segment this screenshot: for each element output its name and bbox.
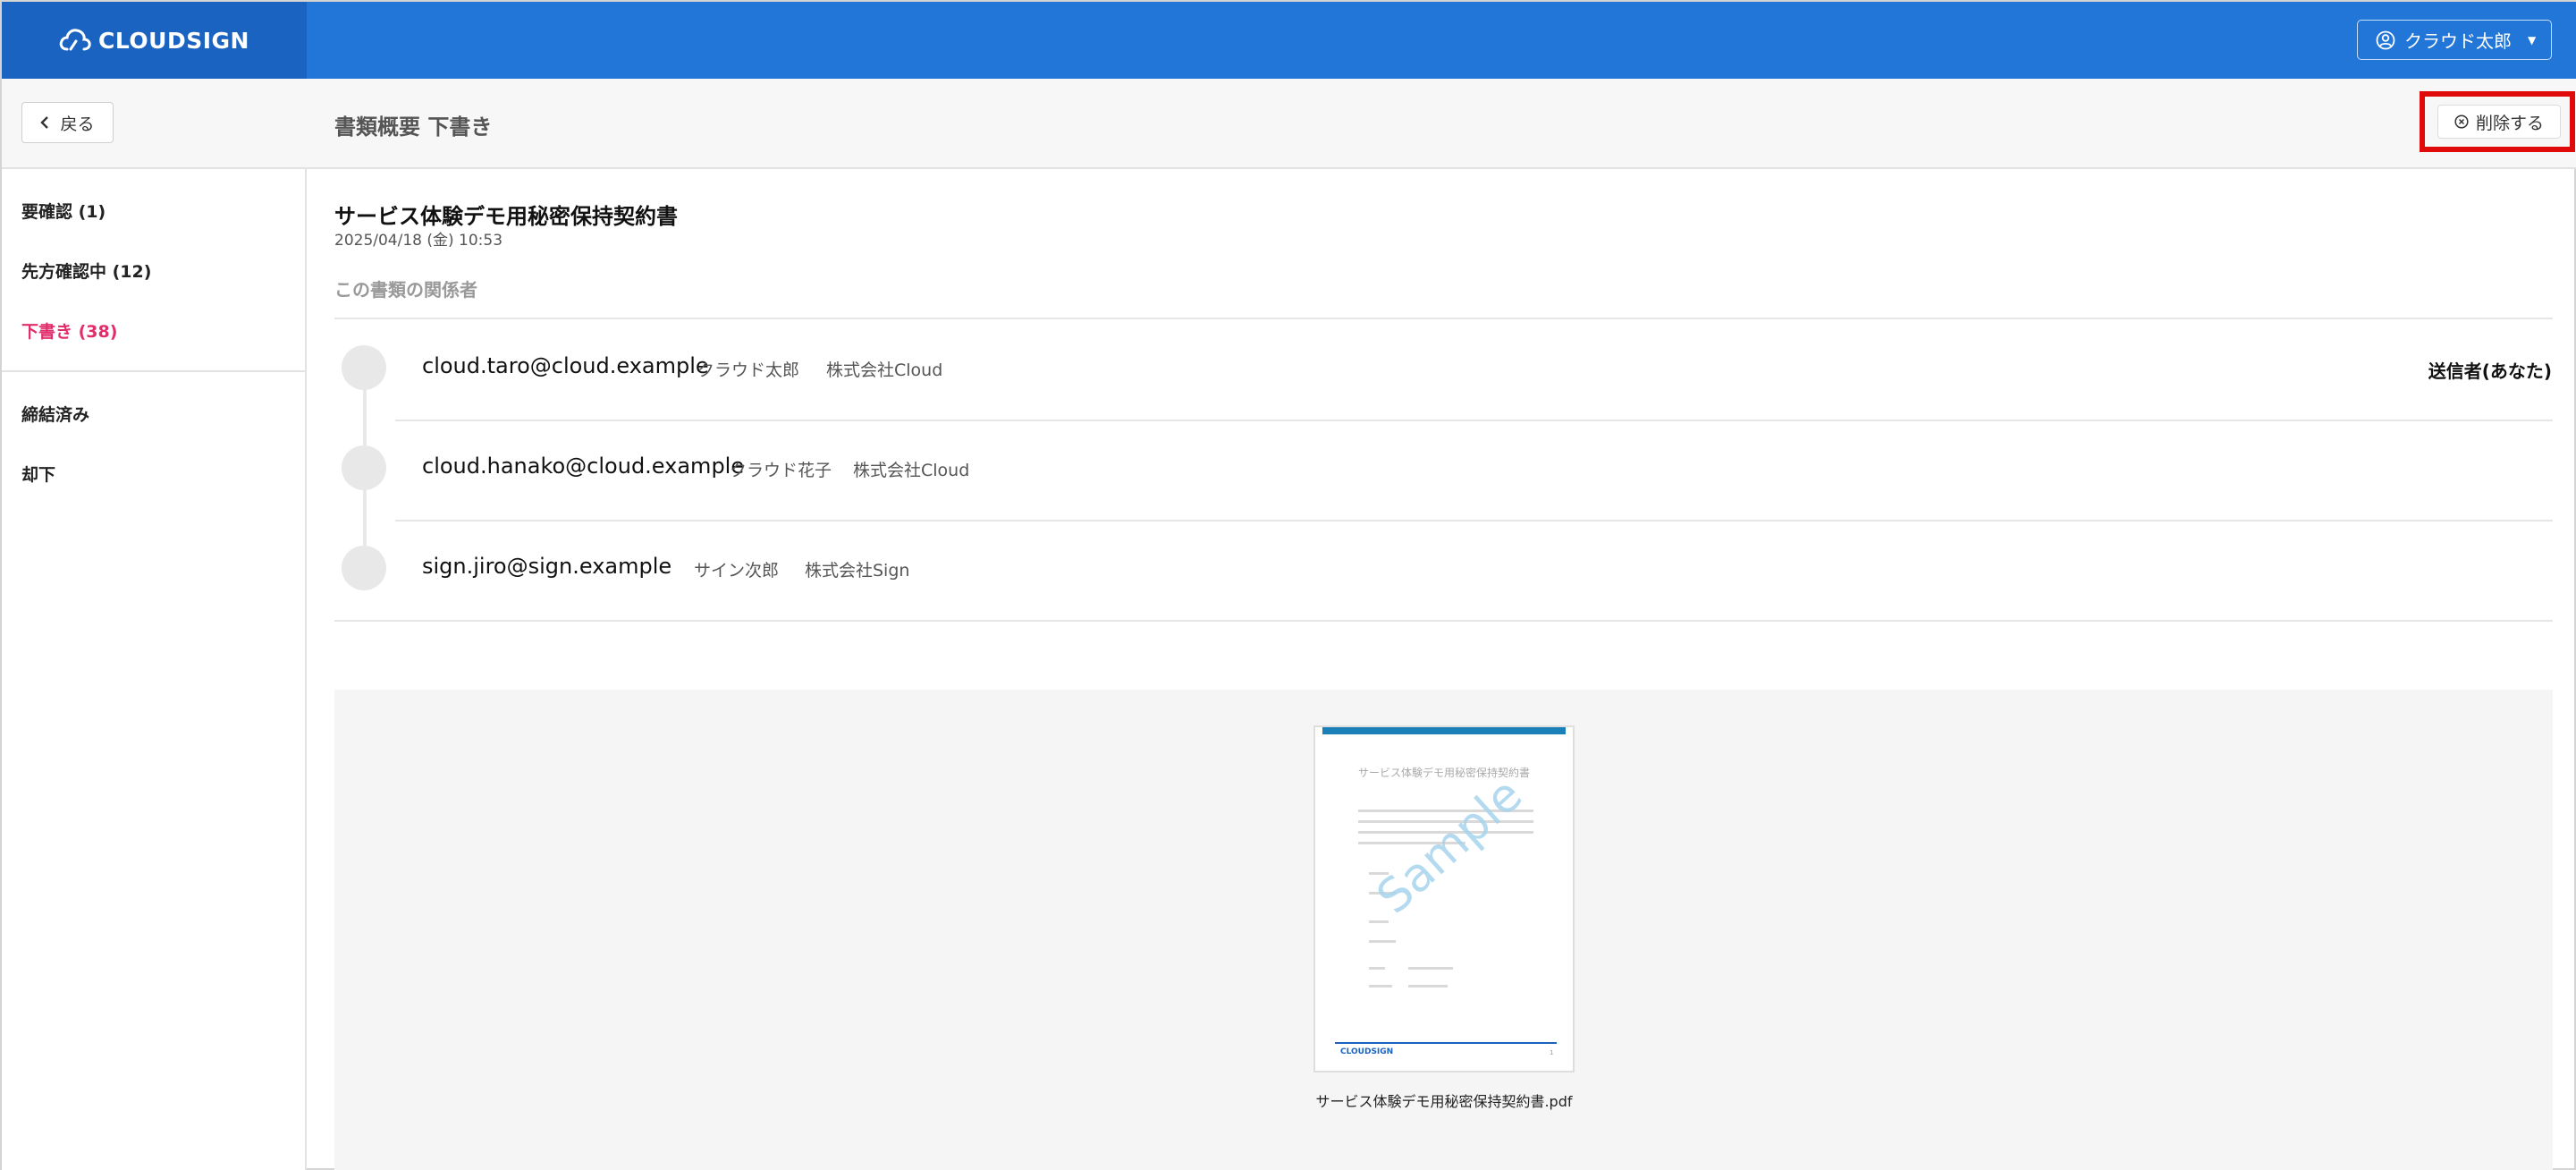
app-frame: CLOUDSIGN クラウド太郎 ▼ 戻る 書類概要 下書き 削除する 要確認 … bbox=[0, 0, 2576, 1170]
divider bbox=[334, 620, 2553, 622]
sidebar: 要確認 (1) 先方確認中 (12) 下書き (38) 締結済み 却下 bbox=[2, 169, 307, 1170]
back-label: 戻る bbox=[60, 114, 95, 134]
thumbnail-footer-logo: CLOUDSIGN bbox=[1340, 1047, 1394, 1056]
sub-header: 戻る 書類概要 下書き 削除する bbox=[2, 79, 2576, 169]
sidebar-divider bbox=[2, 370, 305, 372]
party-row: cloud.hanako@cloud.example クラウド花子 株式会社Cl… bbox=[334, 420, 2552, 520]
document-date: 2025/04/18 (金) 10:53 bbox=[334, 232, 503, 250]
caret-down-icon: ▼ bbox=[2528, 33, 2537, 47]
logo-text: CLOUDSIGN bbox=[98, 27, 249, 54]
party-role: 送信者(あなた) bbox=[2428, 360, 2552, 382]
top-bar: CLOUDSIGN クラウド太郎 ▼ bbox=[2, 2, 2576, 79]
sidebar-item-awaiting-counterparty[interactable]: 先方確認中 (12) bbox=[21, 259, 151, 283]
avatar bbox=[342, 345, 386, 390]
party-name: クラウド太郎 bbox=[697, 360, 800, 380]
thumbnail-text-line bbox=[1369, 940, 1396, 943]
document-title: サービス体験デモ用秘密保持契約書 bbox=[334, 204, 678, 229]
user-name: クラウド太郎 bbox=[2404, 30, 2512, 52]
main-content: サービス体験デモ用秘密保持契約書 2025/04/18 (金) 10:53 この… bbox=[308, 169, 2576, 1170]
avatar bbox=[342, 445, 386, 490]
sidebar-item-rejected[interactable]: 却下 bbox=[21, 462, 55, 486]
party-email: cloud.hanako@cloud.example bbox=[422, 454, 745, 479]
user-menu-button[interactable]: クラウド太郎 ▼ bbox=[2357, 20, 2552, 60]
parties-heading: この書類の関係者 bbox=[334, 279, 477, 301]
document-preview-area: サービス体験デモ用秘密保持契約書 Sample CLOUDSIGN 1 サービス… bbox=[334, 690, 2553, 1170]
user-icon bbox=[2376, 30, 2395, 49]
party-company: 株式会社Cloud bbox=[853, 461, 970, 480]
party-email: sign.jiro@sign.example bbox=[422, 554, 672, 579]
logo[interactable]: CLOUDSIGN bbox=[2, 2, 307, 79]
party-company: 株式会社Sign bbox=[805, 561, 910, 581]
file-name[interactable]: サービス体験デモ用秘密保持契約書.pdf bbox=[1269, 1089, 1619, 1111]
document-thumbnail[interactable]: サービス体験デモ用秘密保持契約書 Sample CLOUDSIGN 1 bbox=[1313, 725, 1575, 1072]
thumbnail-text-line bbox=[1369, 985, 1392, 988]
thumbnail-text-line bbox=[1369, 967, 1385, 970]
thumbnail-footer-line bbox=[1335, 1042, 1557, 1044]
thumbnail-text-line bbox=[1408, 985, 1448, 988]
party-company: 株式会社Cloud bbox=[826, 360, 943, 380]
delete-highlight: 削除する bbox=[2420, 91, 2575, 152]
party-name: クラウド花子 bbox=[730, 461, 832, 480]
delete-label: 削除する bbox=[2475, 113, 2544, 133]
thumbnail-top-bar bbox=[1322, 727, 1566, 734]
sample-watermark: Sample bbox=[1367, 767, 1533, 925]
sidebar-item-concluded[interactable]: 締結済み bbox=[21, 402, 89, 426]
sidebar-item-drafts[interactable]: 下書き (38) bbox=[21, 318, 117, 343]
thumbnail-text-line bbox=[1408, 967, 1453, 970]
thumbnail-page-number: 1 bbox=[1550, 1049, 1554, 1056]
thumbnail-title: サービス体験デモ用秘密保持契約書 bbox=[1357, 767, 1530, 779]
chevron-left-icon bbox=[40, 116, 49, 129]
cloud-logo-icon bbox=[59, 29, 91, 51]
party-row: cloud.taro@cloud.example クラウド太郎 株式会社Clou… bbox=[334, 318, 2552, 418]
party-row: sign.jiro@sign.example サイン次郎 株式会社Sign bbox=[334, 520, 2552, 620]
sidebar-item-needs-review[interactable]: 要確認 (1) bbox=[21, 199, 106, 223]
party-email: cloud.taro@cloud.example bbox=[422, 353, 709, 378]
avatar bbox=[342, 546, 386, 590]
close-circle-icon bbox=[2454, 114, 2469, 129]
thumbnail-text-line bbox=[1369, 920, 1389, 923]
delete-button[interactable]: 削除する bbox=[2437, 105, 2561, 139]
page-title: 書類概要 下書き bbox=[334, 114, 493, 140]
party-name: サイン次郎 bbox=[694, 561, 780, 581]
back-button[interactable]: 戻る bbox=[21, 102, 114, 143]
